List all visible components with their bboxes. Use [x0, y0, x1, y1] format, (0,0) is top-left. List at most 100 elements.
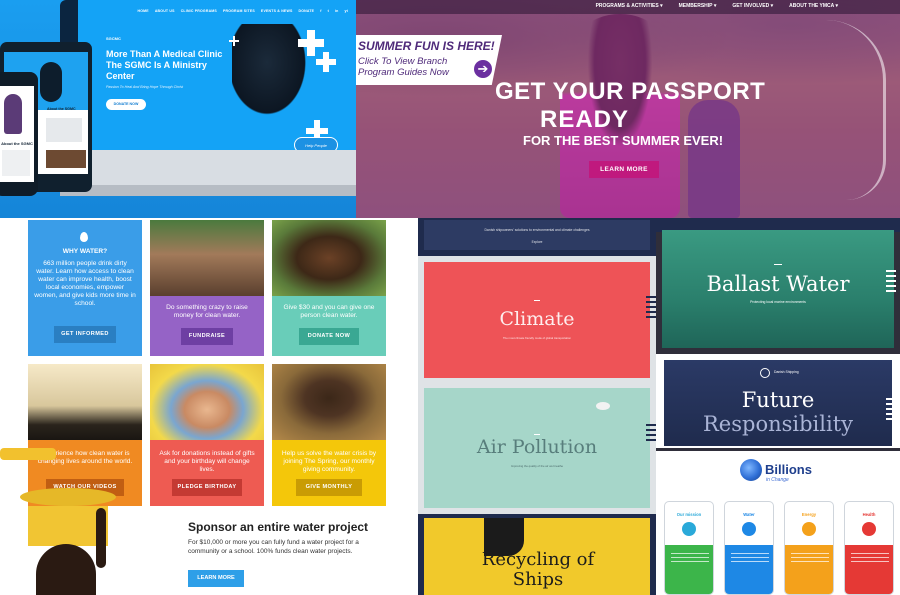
air-pollution-subtitle: Improving the quality of the air we brea…: [510, 464, 564, 468]
climate-title: Climate: [499, 308, 575, 330]
intro-text: Danish shipowners' solutions to environm…: [484, 228, 590, 232]
billions-title: Billions: [765, 462, 812, 477]
phone-woman-photo: [4, 94, 22, 134]
recycling-card[interactable]: Recycling of Ships: [424, 518, 650, 595]
birthday-text: Ask for donations instead of gifts and y…: [159, 450, 255, 473]
sponsor-heading: Sponsor an entire water project: [188, 520, 369, 534]
nav-item[interactable]: DONATE: [299, 9, 315, 13]
shipping-panel: Danish shipowners' solutions to environm…: [418, 218, 656, 595]
menu-lines-icon[interactable]: [646, 296, 656, 321]
promo-title: SUMMER FUN IS HERE!: [358, 39, 495, 53]
energy-card[interactable]: Energy: [784, 501, 834, 595]
energy-label: Energy: [801, 512, 817, 517]
nav-item[interactable]: CLINIC PROGRAMS: [181, 9, 217, 13]
give-monthly-button[interactable]: GIVE MONTHLY: [296, 479, 362, 496]
tablet-text-block: [46, 118, 82, 142]
climate-card[interactable]: Climate The most climate friendly mode o…: [424, 262, 650, 378]
get-informed-button[interactable]: GET INFORMED: [54, 326, 116, 343]
why-water-heading: WHY WATER?: [62, 248, 108, 255]
menu-lines-icon[interactable]: [646, 424, 656, 444]
monthly-tile: Help us solve the water crisis by joinin…: [272, 364, 386, 506]
mission-body: [665, 545, 713, 594]
tablet-photo: [46, 150, 86, 168]
water-card[interactable]: Water: [724, 501, 774, 595]
energy-body: [785, 545, 833, 594]
facebook-icon[interactable]: f: [320, 9, 321, 13]
water-splash: [786, 20, 886, 200]
donate-tile: Give $30 and you can give one person cle…: [272, 220, 386, 356]
arrow-right-icon[interactable]: ➔: [474, 60, 492, 78]
twitter-icon[interactable]: t: [328, 9, 329, 13]
future-title: Future: [741, 388, 815, 412]
air-pollution-title: Air Pollution: [476, 436, 598, 458]
air-pollution-card[interactable]: Air Pollution Improving the quality of t…: [424, 388, 650, 508]
nav-item[interactable]: PROGRAM SITES: [223, 9, 255, 13]
nav-programs[interactable]: PROGRAMS & ACTIVITIES ▾: [596, 3, 663, 9]
heart-icon: [862, 522, 876, 536]
water-label: Water: [743, 512, 755, 517]
fundraise-group-photo: [150, 220, 264, 296]
water-drop-icon: [742, 522, 756, 536]
donate-text: Give $30 and you can give one person cle…: [283, 304, 375, 319]
smiling-woman-photo: [272, 220, 386, 296]
fundraise-tile: Do something crazy to raise money for cl…: [150, 220, 264, 356]
globe-icon: [682, 522, 696, 536]
future-logo-text: Danish Shipping: [774, 370, 799, 374]
ballast-water-card[interactable]: Ballast Water Protecting local marine en…: [662, 230, 894, 348]
why-water-tile: WHY WATER? 663 million people drink dirt…: [28, 220, 142, 356]
pledge-birthday-button[interactable]: PLEDGE BIRTHDAY: [172, 479, 242, 496]
promo-text: Click To View Branch Program Guides Now: [358, 56, 449, 78]
nav-item[interactable]: HOME: [138, 9, 149, 13]
girl-carrying-water-photo: [0, 448, 160, 595]
linkedin-icon[interactable]: in: [335, 9, 339, 13]
ymca-nav: PROGRAMS & ACTIVITIES ▾ MEMBERSHIP ▾ GET…: [596, 3, 838, 9]
learn-more-button[interactable]: LEARN MORE: [589, 161, 659, 178]
hero-headline-1: GET YOUR PASSPORT: [495, 78, 766, 105]
billions-subtitle: in Change: [766, 477, 789, 483]
explore-link[interactable]: Explore: [418, 240, 656, 244]
future-responsibility-card[interactable]: Danish Shipping Future Responsibility: [664, 360, 892, 446]
fundraise-button[interactable]: FUNDRAISE: [181, 328, 233, 345]
lightning-icon: [802, 522, 816, 536]
nav-item[interactable]: EVENTS & NEWS: [261, 9, 293, 13]
sgmc-headline: More Than A Medical Clinic The SGMC Is A…: [106, 49, 223, 81]
danish-shipping-logo-icon: [760, 368, 770, 378]
nav-get-involved[interactable]: GET INVOLVED ▾: [732, 3, 773, 9]
globe-logo-icon: [740, 459, 762, 481]
intro-strip: Danish shipowners' solutions to environm…: [418, 218, 656, 256]
phone-text-block: [2, 150, 30, 176]
birthday-tile: Ask for donations instead of gifts and y…: [150, 364, 264, 506]
fundraise-text: Do something crazy to raise money for cl…: [166, 304, 248, 319]
climate-subtitle: The most climate friendly mode of global…: [502, 336, 572, 340]
tablet-about-title: About the SGMC: [47, 107, 76, 111]
recycling-title: Recycling of Ships: [481, 549, 595, 590]
sponsor-learn-more-button[interactable]: LEARN MORE: [188, 570, 244, 587]
hero-headline-2: READY: [540, 106, 630, 133]
youtube-icon[interactable]: yt: [344, 9, 348, 13]
sgmc-nav: HOME ABOUT US CLINIC PROGRAMS PROGRAM SI…: [138, 9, 349, 13]
donate-now-button[interactable]: DONATE NOW: [299, 328, 359, 345]
child-splash-photo: [272, 364, 386, 440]
laptop-base: [60, 185, 356, 196]
mission-card[interactable]: Our mission: [664, 501, 714, 595]
water-drop-icon: [80, 232, 88, 242]
nav-membership[interactable]: MEMBERSHIP ▾: [679, 3, 717, 9]
monthly-text: Help us solve the water crisis by joinin…: [281, 450, 377, 473]
sgmc-logo[interactable]: SGCMC: [106, 36, 121, 41]
phone-about-title: About the SGMC: [1, 141, 33, 146]
ballast-title: Ballast Water: [706, 272, 850, 296]
seagull-icon: [596, 402, 610, 410]
menu-lines-icon[interactable]: [886, 398, 896, 423]
birthday-man-photo: [150, 364, 264, 440]
sgmc-tagline: Passion To Heal And Bring Hope Through C…: [106, 85, 184, 89]
nav-item[interactable]: ABOUT US: [155, 9, 175, 13]
health-label: Health: [862, 512, 876, 517]
menu-lines-icon[interactable]: [886, 270, 896, 295]
nav-about[interactable]: ABOUT THE YMCA ▾: [789, 3, 838, 9]
sgmc-mockup-panel: HOME ABOUT US CLINIC PROGRAMS PROGRAM SI…: [0, 0, 356, 218]
small-cross-icon: [229, 36, 239, 46]
health-body: [845, 545, 893, 594]
donate-button[interactable]: DONATE NOW: [106, 99, 146, 110]
health-card[interactable]: Health: [844, 501, 894, 595]
ballast-subtitle: Protecting local marine environments: [750, 300, 806, 304]
